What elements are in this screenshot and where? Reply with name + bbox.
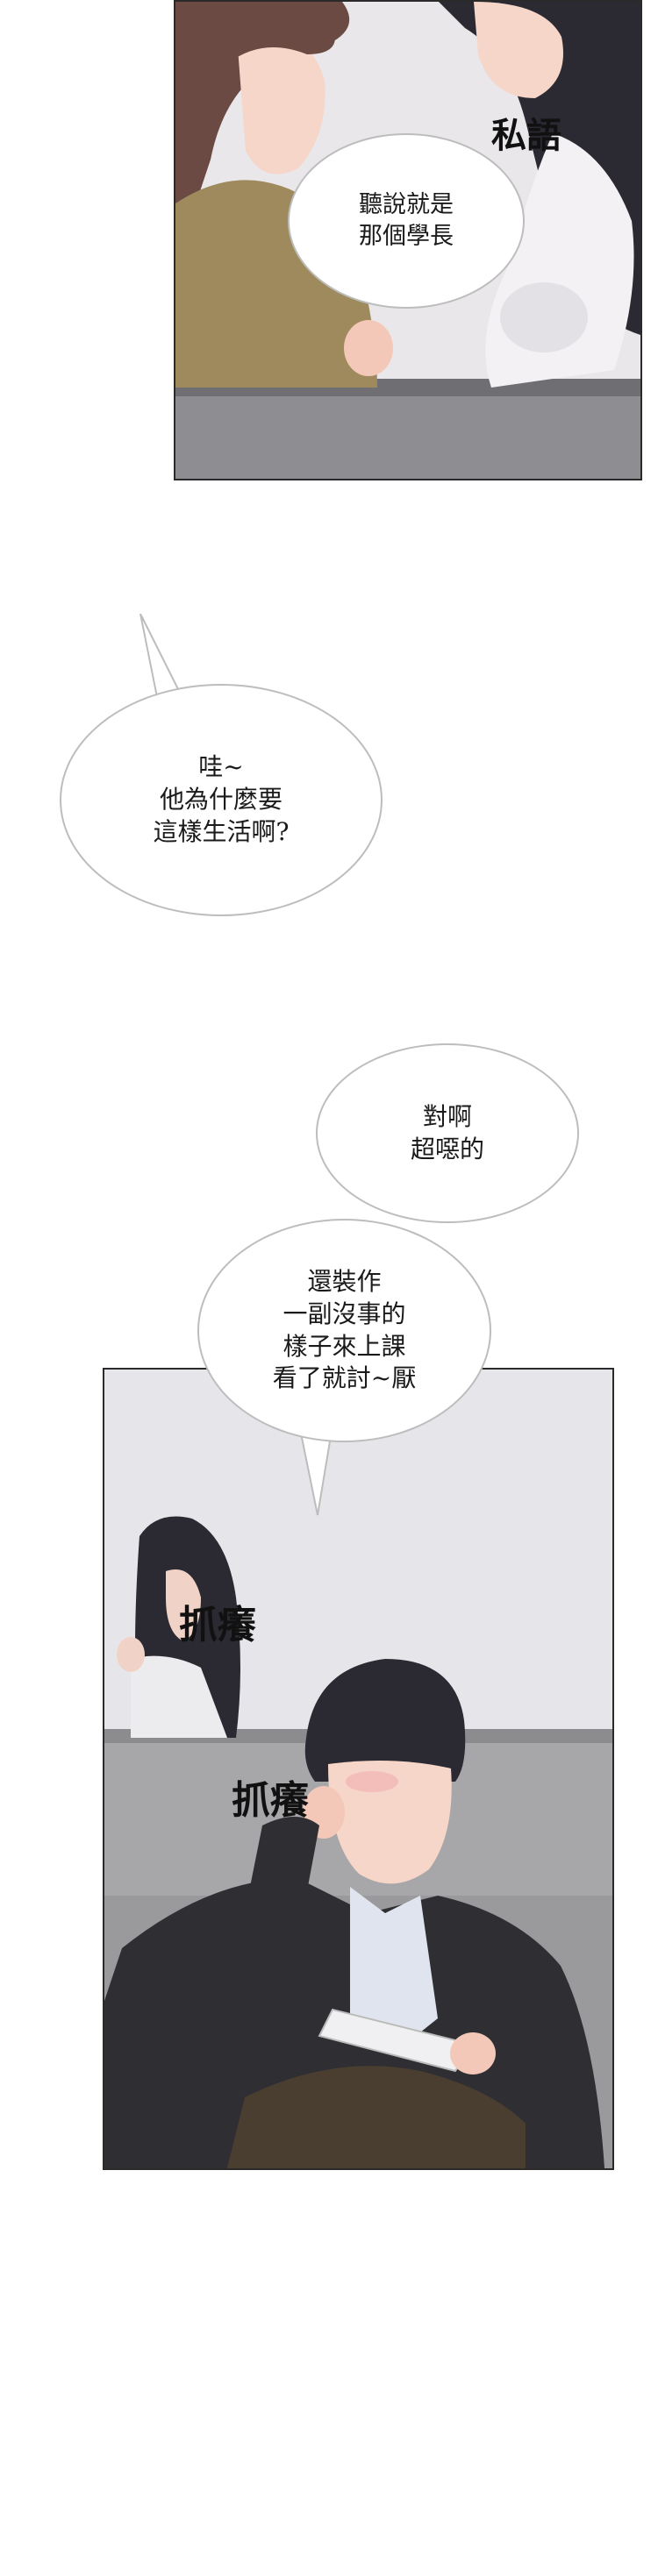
dialogue-text: 聽說就是 那個學長 <box>359 191 454 250</box>
speech-bubble-pretend: 還裝作 一副沒事的 樣子來上課 看了就討~厭 <box>197 1219 491 1442</box>
sfx-scratch-2: 抓癢 <box>232 1778 309 1823</box>
speech-bubble-whisper: 聽說就是 那個學長 <box>288 133 525 309</box>
sfx-scratch-1: 抓癢 <box>179 1603 256 1647</box>
speech-bubble-wow: 哇~ 他為什麼要 這樣生活啊? <box>60 684 383 916</box>
dialogue-text: 還裝作 一副沒事的 樣子來上課 看了就討~厭 <box>272 1266 417 1393</box>
dialogue-text: 哇~ 他為什麼要 這樣生活啊? <box>153 752 290 846</box>
top-panel: 聽說就是 那個學長 私語 <box>174 0 642 480</box>
bottom-panel-art <box>104 1370 612 2168</box>
dialogue-text: 對啊 超噁的 <box>410 1101 484 1163</box>
speech-bubble-agree: 對啊 超噁的 <box>316 1043 579 1223</box>
bottom-panel: 抓癢 抓癢 <box>103 1368 614 2170</box>
sfx-whisper: 私語 <box>491 115 561 156</box>
